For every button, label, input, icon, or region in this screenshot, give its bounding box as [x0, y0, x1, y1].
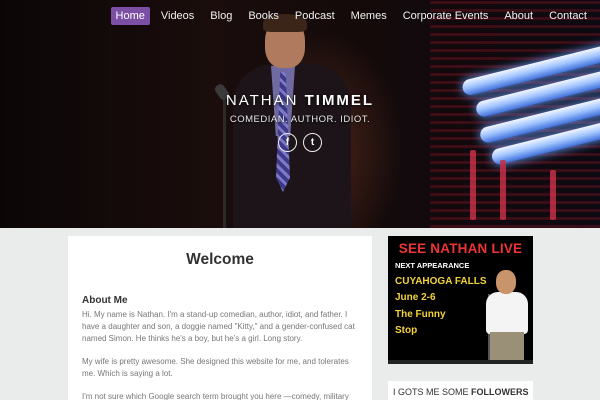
nav-item-books[interactable]: Books: [243, 7, 284, 25]
about-paragraph: Hi. My name is Nathan. I'm a stand-up co…: [82, 310, 355, 343]
ad-line: CUYAHOGA FALLS: [395, 276, 487, 287]
nav-item-memes[interactable]: Memes: [346, 7, 392, 25]
nav-item-about[interactable]: About: [499, 7, 538, 25]
ad-line: The Funny: [395, 309, 446, 320]
site-title[interactable]: NATHAN TIMMEL: [0, 92, 600, 109]
nav-item-corporate-events[interactable]: Corporate Events: [398, 7, 494, 25]
hero-banner: NATHAN TIMMEL COMEDIAN. AUTHOR. IDIOT. f…: [0, 0, 600, 228]
widget-title-bold: FOLLOWERS: [471, 387, 529, 397]
site-tagline: COMEDIAN. AUTHOR. IDIOT.: [229, 114, 371, 125]
about-paragraph: I'm not sure which Google search term br…: [82, 392, 349, 400]
ad-title: SEE NATHAN LIVE: [398, 241, 523, 256]
nav-item-videos[interactable]: Videos: [156, 7, 199, 25]
about-heading: About Me: [82, 295, 128, 306]
nav-item-podcast[interactable]: Podcast: [290, 7, 340, 25]
ad-subtitle: NEXT APPEARANCE: [395, 261, 470, 270]
followers-widget-title: I GOTS ME SOME FOLLOWERS: [388, 381, 533, 400]
facebook-icon[interactable]: f: [278, 133, 297, 152]
welcome-card: Welcome About Me Hi. My name is Nathan. …: [68, 236, 372, 400]
nav-item-home[interactable]: Home: [110, 7, 150, 25]
nav-item-blog[interactable]: Blog: [205, 7, 237, 25]
widget-title-normal: I GOTS ME SOME: [393, 387, 472, 397]
ad-performer-photo: [478, 268, 533, 364]
ad-line: Stop: [395, 325, 418, 336]
ad-line: June 2-6: [395, 292, 436, 303]
main-nav: Home Videos Blog Books Podcast Memes Cor…: [105, 7, 592, 25]
page-title: Welcome: [186, 251, 254, 268]
about-paragraph: My wife is pretty awesome. She designed …: [82, 357, 349, 378]
nav-item-contact[interactable]: Contact: [544, 7, 592, 25]
site-title-last: TIMMEL: [304, 92, 375, 109]
twitter-icon[interactable]: t: [303, 133, 322, 152]
site-title-first: NATHAN: [225, 92, 299, 109]
social-links: f t: [278, 133, 322, 152]
live-show-ad[interactable]: SEE NATHAN LIVE NEXT APPEARANCE CUYAHOGA…: [388, 236, 533, 364]
